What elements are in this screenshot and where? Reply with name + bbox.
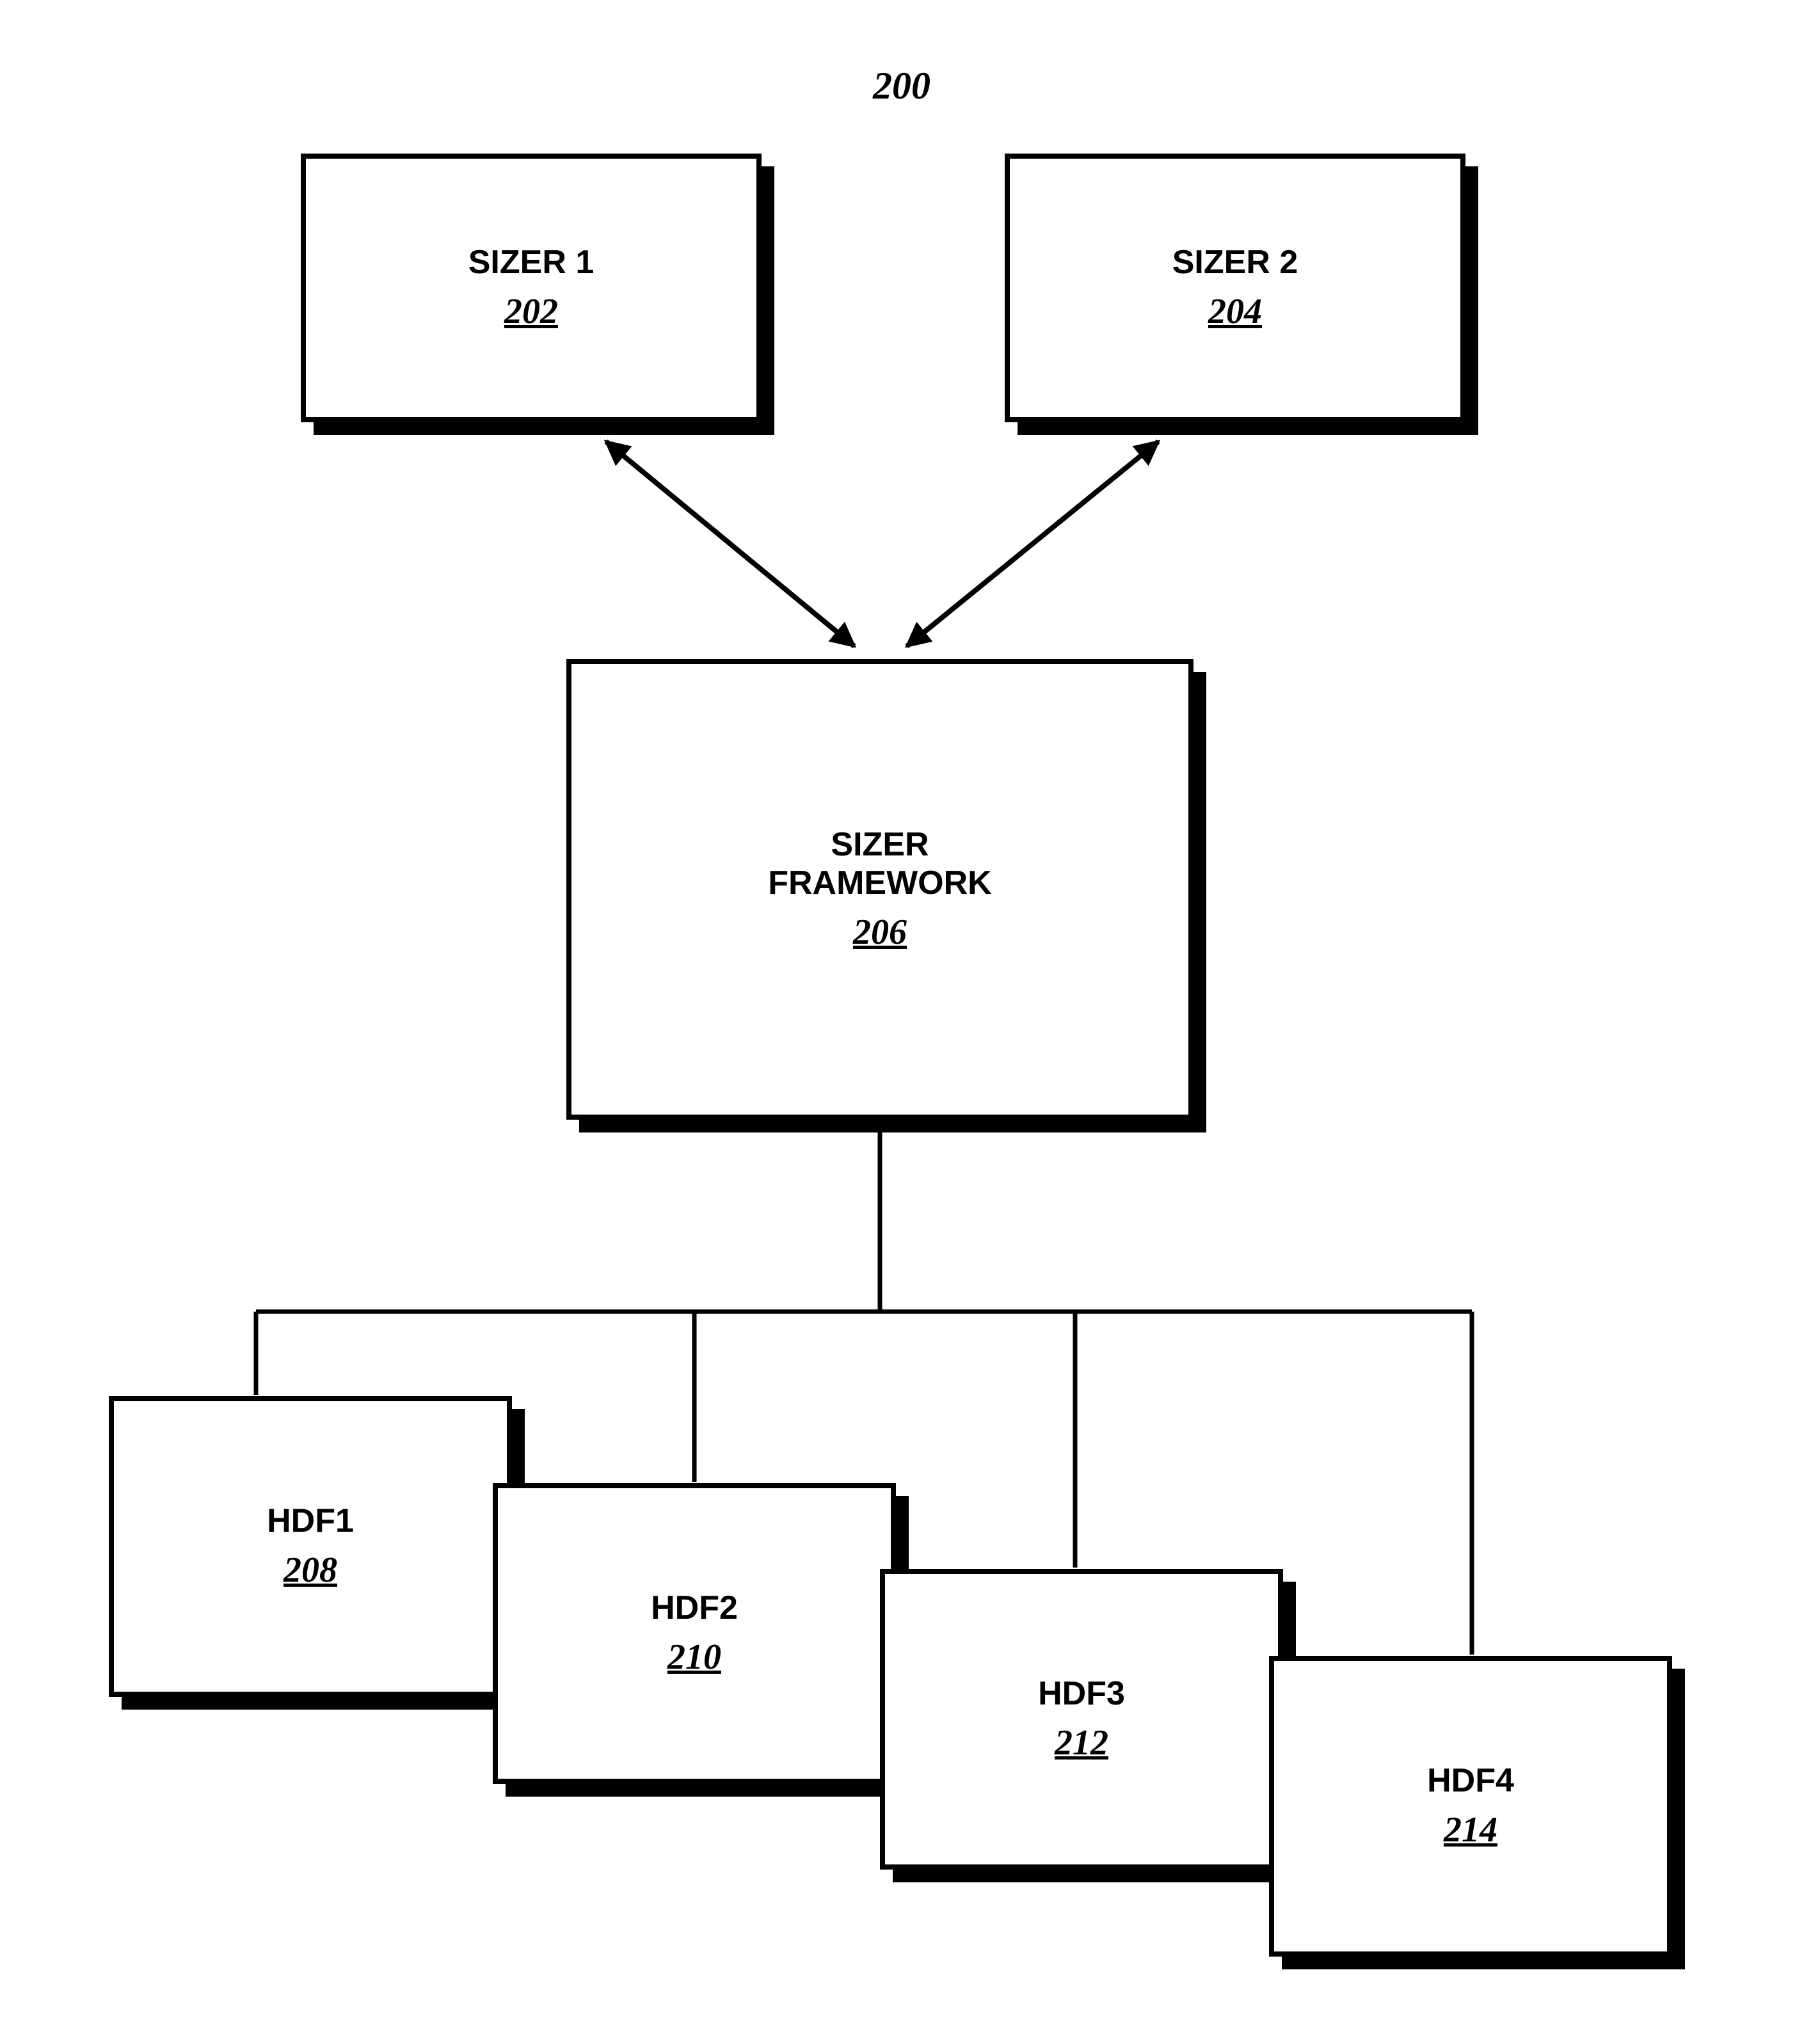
box-hdf4-label: HDF4	[1427, 1762, 1514, 1800]
box-hdf2: HDF2 210	[493, 1483, 896, 1784]
box-sizer1: SIZER 1 202	[301, 154, 762, 422]
diagram-canvas: 200 SIZER 1 202 SIZER 2 204 SIZER FRAMEW…	[0, 0, 1820, 2018]
edge-sizer1-framework	[606, 441, 854, 646]
box-sizer2-label: SIZER 2	[1172, 244, 1298, 282]
box-sizer1-label: SIZER 1	[468, 244, 595, 282]
box-hdf3-label: HDF3	[1038, 1675, 1125, 1713]
box-hdf4: HDF4 214	[1269, 1656, 1672, 1957]
box-hdf1-ref: 208	[283, 1550, 337, 1591]
box-sizer2-ref: 204	[1208, 291, 1262, 332]
box-framework-ref: 206	[853, 912, 907, 953]
box-framework: SIZER FRAMEWORK 206	[566, 659, 1193, 1120]
box-sizer1-ref: 202	[504, 291, 558, 332]
box-hdf4-ref: 214	[1444, 1809, 1497, 1850]
box-hdf1: HDF1 208	[109, 1396, 512, 1697]
box-hdf2-ref: 210	[667, 1637, 721, 1678]
box-hdf2-label: HDF2	[651, 1589, 738, 1628]
box-framework-label: SIZER FRAMEWORK	[768, 826, 992, 903]
box-hdf3-ref: 212	[1055, 1722, 1108, 1763]
box-hdf3: HDF3 212	[880, 1569, 1283, 1870]
figure-number: 200	[873, 64, 930, 108]
box-hdf1-label: HDF1	[267, 1502, 354, 1541]
edge-sizer2-framework	[907, 441, 1158, 646]
box-sizer2: SIZER 2 204	[1005, 154, 1465, 422]
